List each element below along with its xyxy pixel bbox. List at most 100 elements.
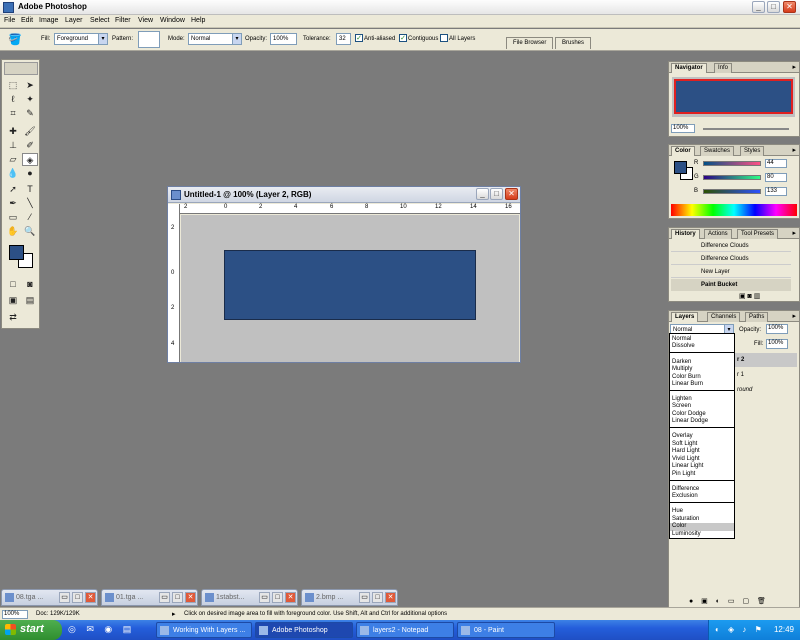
blend-option[interactable]: Hue — [672, 508, 683, 514]
maximize-icon[interactable]: □ — [172, 592, 183, 603]
foreground-color-swatch[interactable] — [9, 245, 24, 260]
taskbar-item-active[interactable]: Adobe Photoshop — [255, 622, 353, 638]
eraser-icon[interactable]: ▱ — [5, 153, 21, 166]
menu-help[interactable]: Help — [191, 17, 205, 24]
history-brush-icon[interactable]: ✐ — [22, 139, 38, 152]
minimized-document[interactable]: 01.tga ... ▭ □ ✕ — [101, 589, 198, 606]
blue-slider[interactable] — [703, 189, 761, 194]
tab-navigator[interactable]: Navigator — [671, 63, 707, 73]
blend-option[interactable]: Color Burn — [672, 374, 701, 380]
pen-icon[interactable]: ✒ — [5, 197, 21, 210]
red-input[interactable]: 44 — [765, 159, 787, 168]
tab-swatches[interactable]: Swatches — [700, 146, 735, 156]
close-icon[interactable]: ✕ — [85, 592, 96, 603]
jump-to-imageready-icon[interactable]: ⇄ — [5, 311, 21, 324]
navigator-preview[interactable] — [672, 77, 795, 117]
restore-icon[interactable]: ▭ — [259, 592, 270, 603]
pattern-picker[interactable] — [138, 31, 160, 48]
menu-image[interactable]: Image — [39, 17, 58, 24]
tab-file-browser[interactable]: File Browser — [506, 37, 554, 49]
history-item[interactable]: Difference Clouds — [671, 253, 791, 265]
blend-option[interactable]: Difference — [672, 486, 699, 492]
menu-layer[interactable]: Layer — [65, 17, 83, 24]
layers-fill-input[interactable]: 100% — [766, 339, 788, 349]
dodge-icon[interactable]: ● — [22, 167, 38, 180]
tolerance-input[interactable]: 32 — [336, 33, 351, 45]
document-title-bar[interactable]: Untitled-1 @ 100% (Layer 2, RGB) _ □ ✕ — [168, 187, 520, 203]
all-layers-checkbox[interactable] — [440, 34, 448, 42]
blend-option[interactable]: Exclusion — [672, 493, 698, 499]
blend-option[interactable]: Saturation — [672, 516, 699, 522]
blend-option[interactable]: Soft Light — [672, 441, 697, 447]
blend-option[interactable]: Luminosity — [672, 531, 701, 537]
standard-mode-icon[interactable]: □ — [5, 278, 21, 291]
layer-row-background[interactable]: round — [735, 383, 797, 397]
blend-option[interactable]: Multiply — [672, 366, 692, 372]
filled-rectangle[interactable] — [224, 250, 476, 320]
move-icon[interactable]: ➤ — [22, 79, 38, 92]
blend-option[interactable]: Screen — [672, 403, 691, 409]
menu-edit[interactable]: Edit — [21, 17, 33, 24]
close-icon[interactable]: ✕ — [385, 592, 396, 603]
blend-option[interactable]: Pin Light — [672, 471, 695, 477]
menu-file[interactable]: File — [4, 17, 15, 24]
tab-layers[interactable]: Layers — [671, 312, 699, 322]
maximize-icon[interactable]: □ — [372, 592, 383, 603]
layers-opacity-input[interactable]: 100% — [766, 324, 788, 334]
minimize-button[interactable]: _ — [752, 1, 765, 13]
hand-icon[interactable]: ✋ — [5, 225, 21, 238]
status-zoom-input[interactable]: 100% — [2, 610, 28, 619]
blend-option-selected[interactable]: Color — [672, 523, 686, 529]
fill-select[interactable]: Foreground ▾ — [54, 33, 108, 45]
blend-option[interactable]: Dissolve — [672, 343, 695, 349]
blend-option[interactable]: Overlay — [672, 433, 693, 439]
line-icon[interactable]: ╲ — [22, 197, 38, 210]
menu-select[interactable]: Select — [90, 17, 109, 24]
taskbar-item[interactable]: layers2 - Notepad — [356, 622, 454, 638]
type-icon[interactable]: T — [22, 183, 38, 196]
history-item-selected[interactable]: Paint Bucket — [671, 279, 791, 291]
blend-option[interactable]: Hard Light — [672, 448, 700, 454]
blend-option[interactable]: Darken — [672, 359, 691, 365]
palette-menu-icon[interactable]: ▸ — [792, 312, 796, 320]
history-item[interactable]: Difference Clouds — [671, 240, 791, 252]
red-slider[interactable] — [703, 161, 761, 166]
maximize-icon[interactable]: □ — [272, 592, 283, 603]
document-window[interactable]: Untitled-1 @ 100% (Layer 2, RGB) _ □ ✕ 2… — [167, 186, 521, 363]
play-arrow-icon[interactable]: ▸ — [172, 610, 176, 618]
palette-menu-icon[interactable]: ▸ — [792, 146, 796, 154]
maximize-button[interactable]: □ — [767, 1, 780, 13]
quick-launch-icons[interactable]: ◎ ✉ ◉ ▤ — [68, 624, 135, 635]
restore-icon[interactable]: ▭ — [159, 592, 170, 603]
anti-aliased-checkbox[interactable]: ✓ — [355, 34, 363, 42]
navigator-view-box[interactable] — [674, 79, 793, 114]
contiguous-checkbox[interactable]: ✓ — [399, 34, 407, 42]
blend-option[interactable]: Linear Burn — [672, 381, 703, 387]
tab-tool-presets[interactable]: Tool Presets — [737, 229, 779, 239]
menu-filter[interactable]: Filter — [115, 17, 131, 24]
tab-brushes[interactable]: Brushes — [555, 37, 592, 49]
maximize-icon[interactable]: □ — [72, 592, 83, 603]
status-doc-size[interactable]: Doc: 129K/129K — [36, 611, 80, 617]
green-input[interactable]: 80 — [765, 173, 787, 182]
clock[interactable]: 12:49 — [774, 625, 794, 634]
layer-row[interactable]: r 1 — [735, 368, 797, 382]
paint-bucket-tool-icon[interactable]: ◈ — [22, 153, 38, 166]
blend-option[interactable]: Normal — [672, 336, 691, 342]
blend-mode-dropdown[interactable]: Normal Dissolve Darken Multiply Color Bu… — [669, 333, 735, 539]
healing-brush-icon[interactable]: ✚ — [5, 125, 21, 138]
notes-icon[interactable]: ▭ — [5, 211, 21, 224]
minimized-document[interactable]: 08.tga ... ▭ □ ✕ — [1, 589, 98, 606]
color-spectrum-ramp[interactable] — [671, 204, 797, 216]
doc-maximize-button[interactable]: □ — [490, 188, 503, 200]
screen-mode-icon[interactable]: ▣ — [5, 294, 21, 307]
blend-option[interactable]: Color Dodge — [672, 411, 706, 417]
menu-window[interactable]: Window — [160, 17, 185, 24]
menu-view[interactable]: View — [138, 17, 153, 24]
tab-channels[interactable]: Channels — [707, 312, 741, 322]
start-button[interactable]: start — [0, 620, 62, 640]
full-screen-mode-icon[interactable]: ▤ — [22, 294, 38, 307]
layer-action-icons[interactable]: ● ▣ ◐ ▭ ▢ 🗑 — [689, 597, 769, 605]
history-item[interactable]: New Layer — [671, 266, 791, 278]
tab-info[interactable]: Info — [714, 63, 733, 73]
